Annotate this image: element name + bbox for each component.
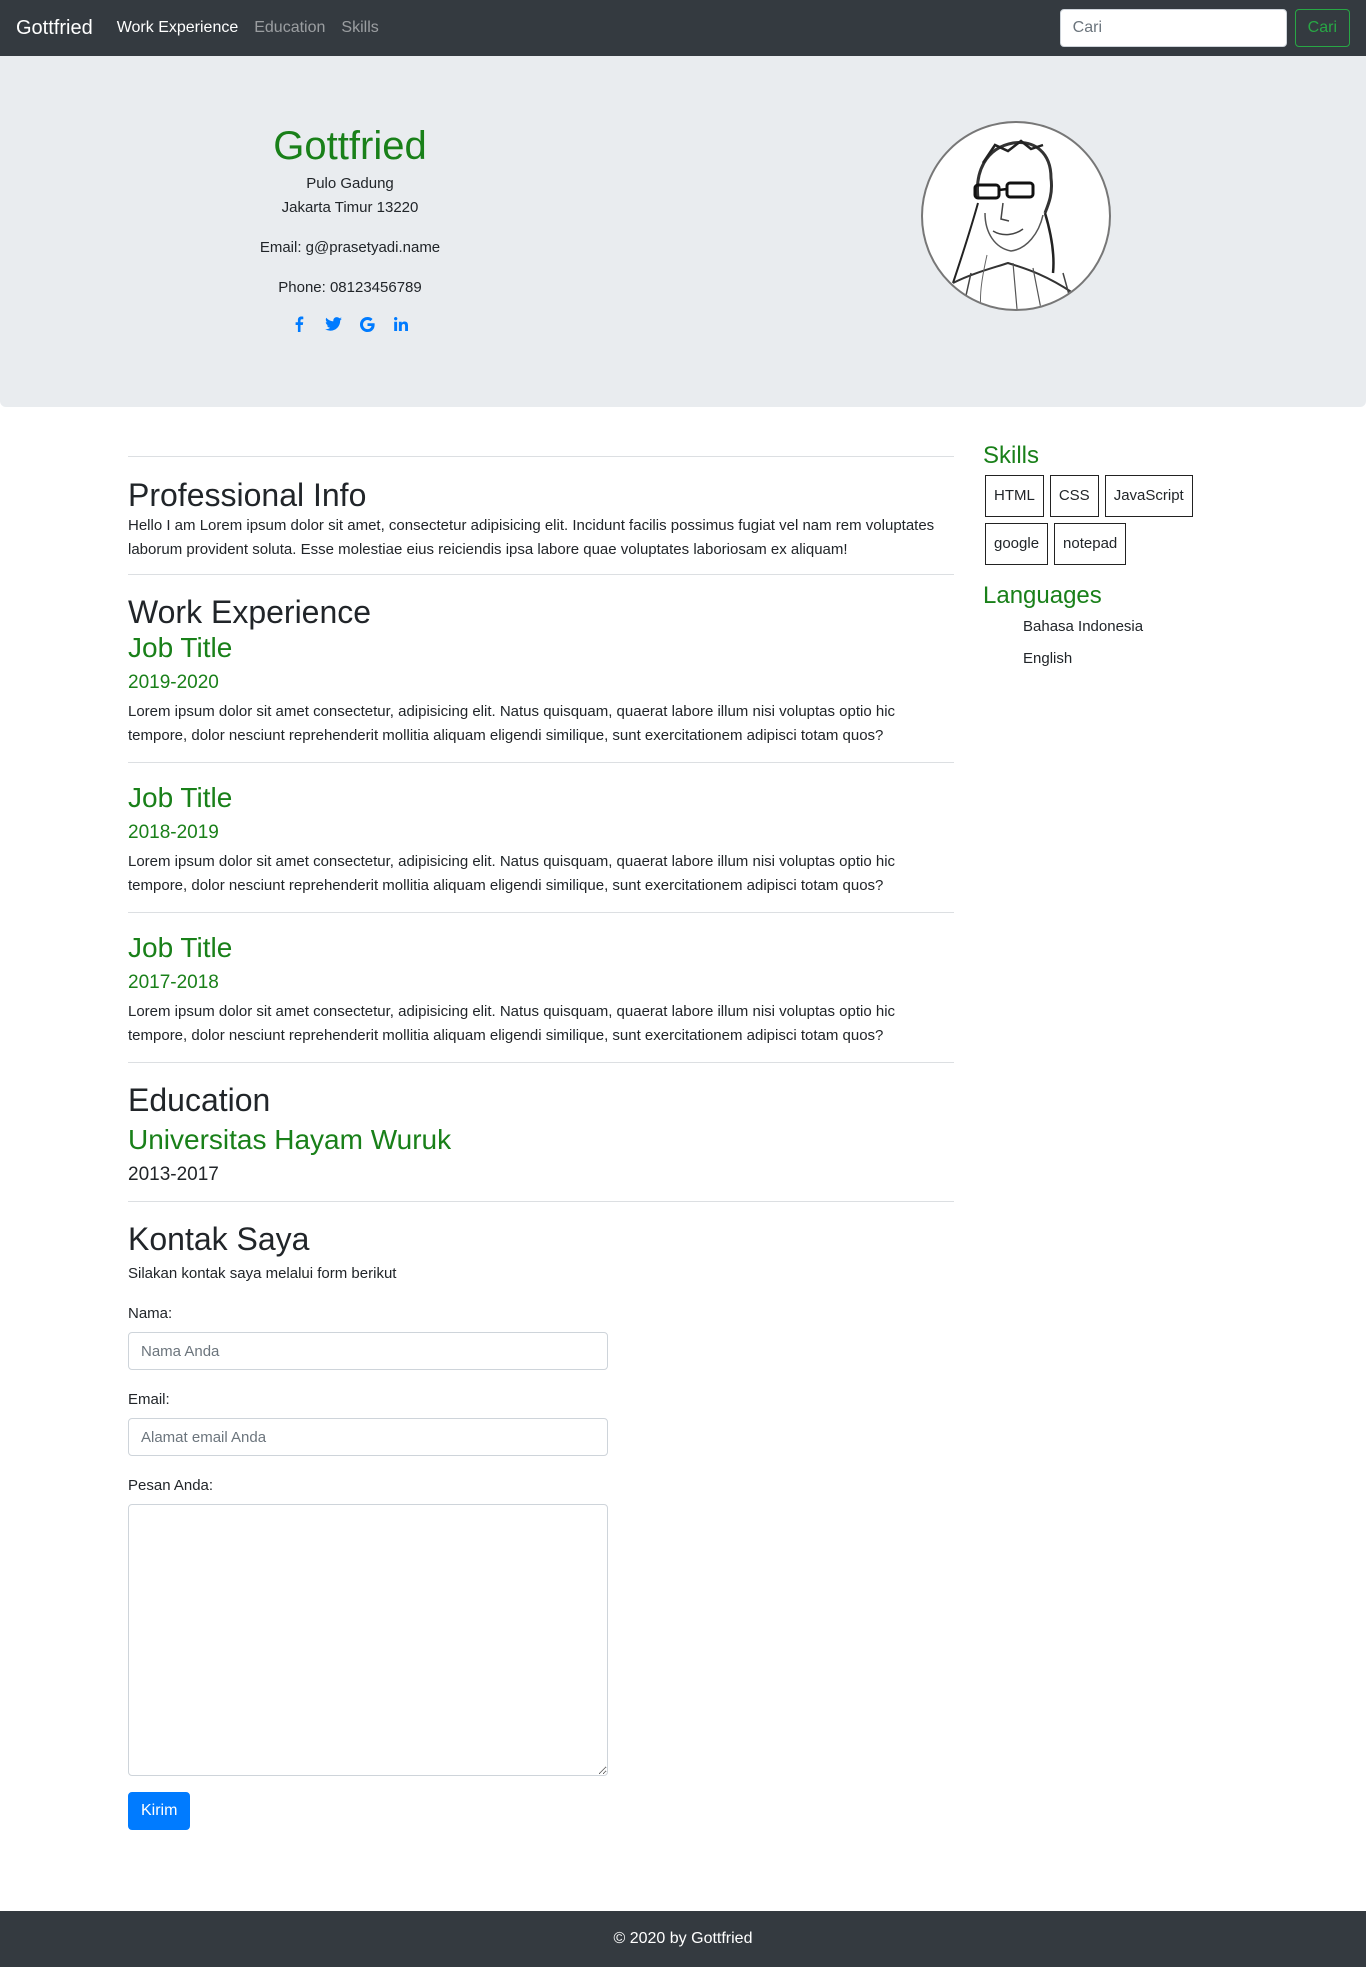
work-experience-title: Work Experience [128,594,372,630]
search-form: Cari [1059,9,1350,47]
job-description: Lorem ipsum dolor sit amet consectetur, … [128,853,896,894]
navbar: Gottfried Work Experience Education Skil… [0,0,1366,56]
job-years: 2017-2018 [128,972,219,993]
email-field[interactable] [128,1418,608,1456]
profile-email: Email: g@prasetyadi.name [259,239,441,256]
job-title: Job Title [128,932,233,963]
education-section: Education Universitas Hayam Wuruk 2013-2… [128,1063,954,1201]
sidebar: Skills HTML CSS JavaScript google notepa… [983,441,1213,671]
email-label: Email: [128,1391,170,1408]
facebook-icon[interactable] [289,314,309,334]
job-description: Lorem ipsum dolor sit amet consectetur, … [128,1003,896,1044]
work-experience-section: Work Experience Job Title 2019-2020 Lore… [128,575,954,1062]
nav-links: Work Experience Education Skills [117,19,379,37]
nav-link-skills[interactable]: Skills [341,19,378,37]
skill-tag: JavaScript [1104,475,1193,517]
twitter-icon[interactable] [323,314,343,334]
profile-phone: Phone: 08123456789 [278,279,422,296]
search-button[interactable]: Cari [1294,9,1350,47]
professional-info-text: Hello I am Lorem ipsum dolor sit amet, c… [128,517,935,558]
job-item: Job Title 2017-2018 Lorem ipsum dolor si… [128,913,954,1062]
skill-tag: notepad [1054,523,1127,565]
name-field[interactable] [128,1332,608,1370]
main-content: Professional Info Hello I am Lorem ipsum… [128,456,954,1830]
contact-title: Kontak Saya [128,1221,310,1257]
social-links [200,314,500,334]
name-label: Nama: [128,1305,173,1322]
professional-info-section: Professional Info Hello I am Lorem ipsum… [128,457,954,574]
skills-title: Skills [983,442,1040,469]
message-label: Pesan Anda: [128,1477,214,1494]
footer-copyright: © 2020 by Gottfried [613,1930,753,1947]
education-title: Education [128,1082,271,1118]
nav-link-work-experience[interactable]: Work Experience [117,19,239,37]
language-item: English [1023,650,1073,667]
footer: © 2020 by Gottfried [0,1911,1366,1967]
education-years: 2013-2017 [128,1164,219,1185]
profile-header: Gottfried Pulo Gadung Jakarta Timur 1322… [0,56,1366,407]
job-item: Job Title 2019-2020 Lorem ipsum dolor si… [128,631,954,762]
profile-info: Gottfried Pulo Gadung Jakarta Timur 1322… [200,122,500,334]
linkedin-icon[interactable] [391,314,411,334]
address-line-2: Jakarta Timur 13220 [281,199,419,216]
skill-tag: google [985,523,1049,565]
profile-name: Gottfried [273,124,427,168]
search-input[interactable] [1059,9,1287,47]
contact-intro: Silakan kontak saya melalui form berikut [128,1265,397,1282]
message-textarea[interactable] [128,1504,608,1776]
job-title: Job Title [128,782,233,813]
submit-button[interactable]: Kirim [128,1792,191,1830]
contact-section: Kontak Saya Silakan kontak saya melalui … [128,1202,954,1830]
skill-tag: HTML [985,475,1044,517]
skill-tag: CSS [1049,475,1099,517]
nav-link-education[interactable]: Education [254,19,325,37]
languages-title: Languages [983,582,1102,609]
job-title: Job Title [128,632,233,663]
profile-sketch-image [952,139,1074,309]
job-item: Job Title 2018-2019 Lorem ipsum dolor si… [128,763,954,912]
brand-link[interactable]: Gottfried [16,17,93,40]
avatar [921,121,1111,311]
job-years: 2018-2019 [128,822,219,843]
address-line-1: Pulo Gadung [306,175,394,192]
language-item: Bahasa Indonesia [1023,618,1144,635]
school-name: Universitas Hayam Wuruk [128,1124,452,1155]
job-years: 2019-2020 [128,672,219,693]
skill-tags: HTML CSS JavaScript google notepad [983,475,1203,565]
google-icon[interactable] [357,314,377,334]
professional-info-title: Professional Info [128,477,367,513]
job-description: Lorem ipsum dolor sit amet consectetur, … [128,703,896,744]
